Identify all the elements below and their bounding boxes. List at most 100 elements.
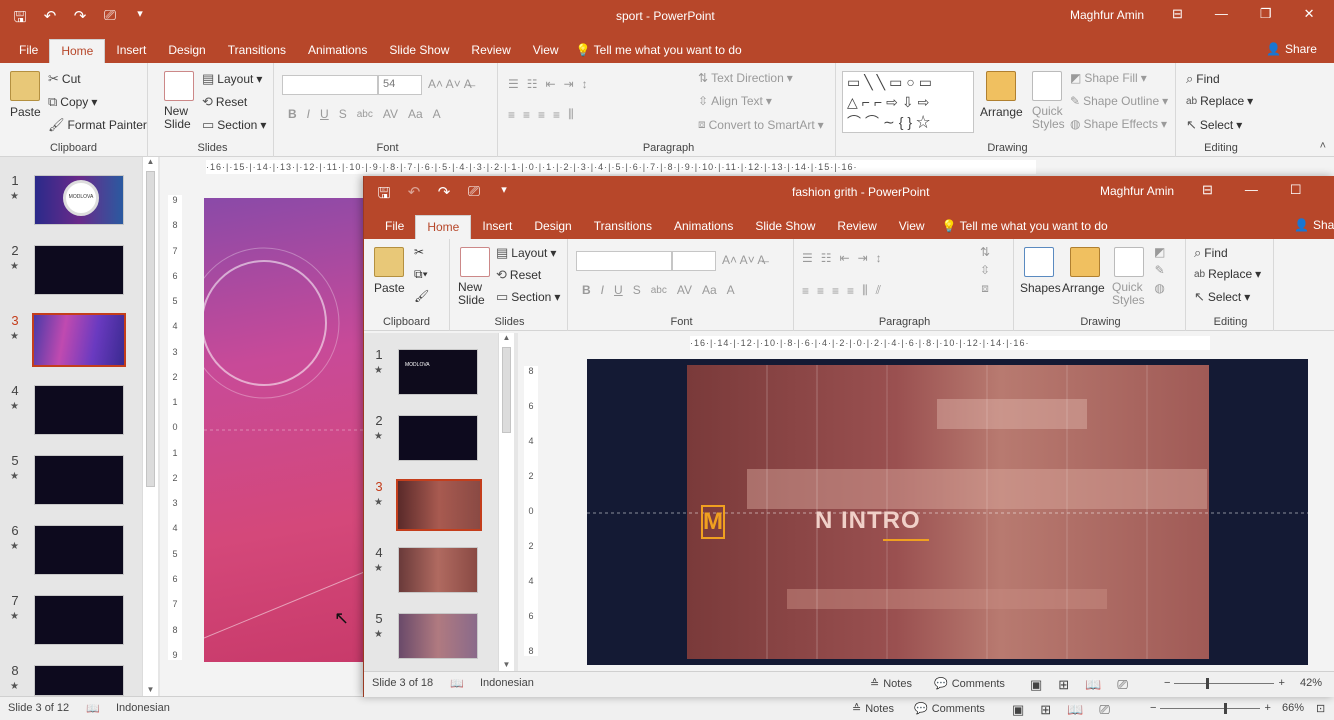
customize-qat-icon[interactable]: ▾: [130, 7, 150, 32]
zoom-level[interactable]: 42%: [1300, 677, 1322, 689]
cut-icon[interactable]: ✂: [414, 245, 424, 259]
text-direction-button[interactable]: ⇅ Text Direction ▾: [698, 71, 793, 85]
zoom-slider-thumb[interactable]: [1206, 677, 1210, 689]
copy-icon[interactable]: ⧉▾: [414, 267, 428, 282]
scroll-up-arrow-icon[interactable]: ▲: [499, 333, 514, 342]
undo-icon[interactable]: ↶: [40, 7, 60, 32]
front-slide-canvas[interactable]: M N INTRO: [587, 359, 1308, 665]
view-buttons[interactable]: ▣ ⊞ 📖 ⎚: [1030, 677, 1128, 693]
front-user-name[interactable]: Maghfur Amin: [1100, 184, 1174, 198]
notes-button[interactable]: ≙ Notes: [852, 702, 894, 716]
scroll-thumb[interactable]: [502, 347, 511, 433]
slide-thumbnail-5[interactable]: [34, 455, 124, 505]
zoom-slider[interactable]: − +: [1150, 702, 1271, 714]
tab-view[interactable]: View: [522, 39, 570, 63]
arrange-icon[interactable]: [986, 71, 1016, 101]
slide-sorter-icon[interactable]: ⊞: [1058, 677, 1069, 693]
section-button[interactable]: ▭ Section ▾: [496, 289, 560, 305]
slide-thumbnail-6[interactable]: [34, 525, 124, 575]
arrange-button[interactable]: Arrange: [980, 105, 1023, 119]
quick-styles-button[interactable]: Quick Styles: [1112, 281, 1152, 307]
redo-icon[interactable]: ↷: [434, 183, 454, 208]
find-button[interactable]: ⌕ Find: [1194, 245, 1228, 261]
scroll-down-arrow-icon[interactable]: ▼: [499, 660, 514, 669]
font-name-combo[interactable]: [282, 75, 378, 95]
tab-review[interactable]: Review: [826, 215, 887, 239]
paste-button[interactable]: Paste: [374, 281, 405, 295]
slide-sorter-icon[interactable]: ⊞: [1040, 702, 1051, 718]
minimize-icon[interactable]: —: [1215, 6, 1228, 22]
share-button[interactable]: 👤 Share: [1266, 42, 1317, 56]
quick-styles-icon[interactable]: [1032, 71, 1062, 101]
select-button[interactable]: ↖ Select ▾: [1186, 117, 1242, 133]
fit-slide-icon[interactable]: ⊡: [1316, 702, 1325, 715]
minimize-icon[interactable]: —: [1245, 182, 1258, 198]
slideshow-view-icon[interactable]: ⎚: [1099, 702, 1109, 718]
text-direction-icons[interactable]: ⇅ ⇳ ⧈: [980, 245, 990, 296]
convert-smartart-button[interactable]: ⧈ Convert to SmartArt ▾: [698, 117, 824, 132]
zoom-in-icon[interactable]: +: [1264, 702, 1270, 714]
tab-slide-show[interactable]: Slide Show: [378, 39, 460, 63]
slideshow-view-icon[interactable]: ⎚: [1117, 677, 1127, 693]
back-thumbnail-scrollbar[interactable]: ▲ ▼: [142, 157, 158, 696]
format-painter-button[interactable]: 🖌 Format Painter: [48, 117, 147, 133]
back-user-name[interactable]: Maghfur Amin: [1070, 8, 1144, 22]
tab-transitions[interactable]: Transitions: [583, 215, 663, 239]
share-button[interactable]: 👤 Shar: [1294, 218, 1334, 232]
shape-format-icons[interactable]: ◩ ✎ ◍: [1154, 245, 1165, 295]
list-buttons[interactable]: ☰ ☷ ⇤ ⇥ ↕: [802, 251, 882, 265]
tab-animations[interactable]: Animations: [663, 215, 744, 239]
quick-styles-button[interactable]: Quick Styles: [1032, 105, 1072, 131]
font-grow-shrink[interactable]: A˄ A˅ A̶: [428, 77, 472, 91]
scroll-down-arrow-icon[interactable]: ▼: [143, 685, 158, 694]
normal-view-icon[interactable]: ▣: [1012, 702, 1024, 718]
save-icon[interactable]: 🖫: [374, 183, 394, 208]
customize-qat-icon[interactable]: ▾: [494, 183, 514, 208]
new-slide-button[interactable]: New Slide: [458, 281, 492, 307]
replace-button[interactable]: ab Replace ▾: [1194, 267, 1261, 281]
tell-me-box[interactable]: 💡 Tell me what you want to do: [936, 215, 1108, 239]
tab-animations[interactable]: Animations: [297, 39, 378, 63]
language-status[interactable]: Indonesian: [480, 677, 534, 689]
align-buttons[interactable]: ≡ ≡ ≡ ≡ ⫼: [508, 107, 574, 122]
view-buttons[interactable]: ▣ ⊞ 📖 ⎚: [1012, 702, 1110, 718]
paste-button[interactable]: Paste: [10, 105, 41, 119]
tab-slide-show[interactable]: Slide Show: [744, 215, 826, 239]
paste-icon[interactable]: [10, 71, 40, 101]
arrange-icon[interactable]: [1070, 247, 1100, 277]
font-size-combo[interactable]: [672, 251, 716, 271]
zoom-out-icon[interactable]: −: [1150, 702, 1156, 714]
maximize-icon[interactable]: ☐: [1290, 182, 1302, 198]
font-grow-shrink[interactable]: A˄ A˅ A̶: [722, 253, 765, 267]
scroll-thumb[interactable]: [146, 171, 155, 487]
align-buttons[interactable]: ≡ ≡ ≡ ≡ ⫼ ⫽: [802, 283, 881, 298]
replace-button[interactable]: ab Replace ▾: [1186, 94, 1253, 108]
zoom-slider-thumb[interactable]: [1224, 702, 1228, 714]
new-slide-icon[interactable]: [164, 71, 194, 101]
tab-home[interactable]: Home: [49, 39, 106, 63]
reading-view-icon[interactable]: 📖: [1085, 677, 1101, 693]
shape-fill-button[interactable]: ◩ Shape Fill ▾: [1070, 71, 1147, 85]
comments-button[interactable]: 💬 Comments: [914, 702, 985, 716]
select-button[interactable]: ↖ Select ▾: [1194, 289, 1250, 305]
slide-thumbnail-3[interactable]: [396, 479, 482, 531]
tab-file[interactable]: File: [374, 215, 415, 239]
tab-insert[interactable]: Insert: [105, 39, 157, 63]
reset-button[interactable]: ⟲ Reset: [202, 94, 247, 110]
zoom-slider[interactable]: − +: [1164, 677, 1285, 689]
slide-thumbnail-2[interactable]: [34, 245, 124, 295]
scroll-up-arrow-icon[interactable]: ▲: [143, 157, 158, 166]
start-slideshow-icon[interactable]: ⎚: [464, 183, 484, 208]
slide-thumbnail-2[interactable]: [398, 415, 478, 461]
format-painter-icon[interactable]: 🖌: [414, 289, 429, 303]
tab-home[interactable]: Home: [415, 215, 472, 239]
zoom-out-icon[interactable]: −: [1164, 677, 1170, 689]
slide-thumbnail-3[interactable]: [32, 313, 126, 367]
section-button[interactable]: ▭ Section ▾: [202, 117, 266, 133]
collapse-ribbon-icon[interactable]: ˄: [1320, 140, 1326, 152]
zoom-level[interactable]: 66%: [1282, 702, 1304, 714]
shape-effects-button[interactable]: ◍ Shape Effects ▾: [1070, 117, 1167, 131]
normal-view-icon[interactable]: ▣: [1030, 677, 1042, 693]
reading-view-icon[interactable]: 📖: [1067, 702, 1083, 718]
new-slide-button[interactable]: New Slide: [164, 105, 194, 131]
